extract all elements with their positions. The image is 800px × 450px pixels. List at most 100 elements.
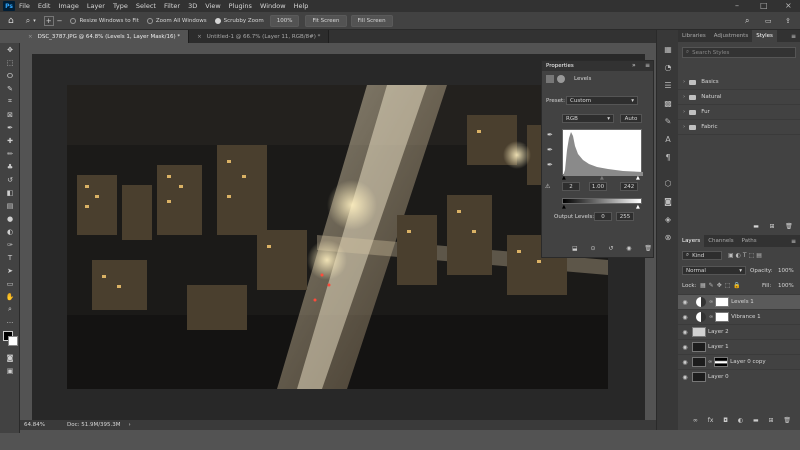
layer-row-vibrance1[interactable]: ◉ ∞ Vibrance 1 bbox=[678, 309, 800, 324]
chevron-down-icon[interactable]: ▾ bbox=[33, 18, 36, 24]
delete-icon[interactable]: 🗑 bbox=[644, 245, 652, 252]
lock-icons[interactable]: ▦✎✥⬚🔒 bbox=[700, 282, 744, 289]
style-folder-fabric[interactable]: › Fabric bbox=[678, 120, 800, 135]
zoom-icon[interactable]: ⌕ bbox=[26, 16, 30, 26]
close-tab-icon[interactable]: × bbox=[28, 34, 33, 40]
style-folder-natural[interactable]: › Natural bbox=[678, 90, 800, 105]
resize-windows-checkbox[interactable]: Resize Windows to Fit bbox=[70, 17, 139, 24]
history-panel-icon[interactable]: ▦ bbox=[657, 40, 679, 58]
new-group-icon[interactable]: ▬ bbox=[753, 417, 759, 424]
brush-panel-icon[interactable]: ✎ bbox=[657, 112, 679, 130]
tab-libraries[interactable]: Libraries bbox=[678, 30, 710, 42]
tab-styles[interactable]: Styles bbox=[752, 30, 777, 42]
menu-type[interactable]: Type bbox=[109, 2, 132, 10]
style-folder-basics[interactable]: › Basics bbox=[678, 75, 800, 90]
layer-filter-kind[interactable]: ⌕ Kind bbox=[682, 251, 722, 260]
new-style-icon[interactable]: ⊞ bbox=[769, 223, 774, 230]
visibility-icon[interactable]: ◉ bbox=[626, 245, 631, 252]
swatches-panel-icon[interactable]: ▩ bbox=[657, 94, 679, 112]
input-gamma-field[interactable]: 1.00 bbox=[589, 182, 607, 191]
channel-select[interactable]: RGB ▾ bbox=[562, 114, 614, 123]
menu-view[interactable]: View bbox=[201, 2, 224, 10]
eyedropper-tool-icon[interactable]: ✒ bbox=[0, 121, 20, 134]
zoom-out-icon[interactable]: − bbox=[57, 17, 63, 25]
white-point-eyedropper-icon[interactable]: ✒ bbox=[547, 161, 553, 169]
zoom-readout[interactable]: 64.84% bbox=[24, 422, 45, 428]
city-night-photo[interactable] bbox=[67, 85, 608, 389]
layer-filter-icons[interactable]: ▣◐T⬚▤ bbox=[728, 252, 764, 259]
view-previous-icon[interactable]: ⊙ bbox=[591, 245, 596, 252]
eye-icon[interactable]: ◉ bbox=[678, 314, 692, 321]
styles-search-input[interactable]: ⌕ Search Styles bbox=[682, 47, 796, 58]
navigator-panel-icon[interactable]: ⊗ bbox=[657, 228, 679, 246]
output-sliders[interactable]: ▲ ▲ bbox=[562, 204, 642, 210]
tab-channels[interactable]: Channels bbox=[704, 235, 737, 247]
camera-panel-icon[interactable]: ◙ bbox=[657, 192, 679, 210]
frame-tool-icon[interactable]: ⊠ bbox=[0, 108, 20, 121]
layer-mask-thumbnail[interactable] bbox=[714, 357, 729, 367]
dodge-tool-icon[interactable]: ◐ bbox=[0, 225, 20, 238]
eye-icon[interactable]: ◉ bbox=[678, 374, 692, 381]
menu-3d[interactable]: 3D bbox=[184, 2, 201, 10]
link-layers-icon[interactable]: ∞ bbox=[693, 417, 698, 424]
menu-plugins[interactable]: Plugins bbox=[225, 2, 256, 10]
fill-screen-button[interactable]: Fill Screen bbox=[350, 14, 393, 27]
tab-untitled1[interactable]: × Untitled-1 @ 66.7% (Layer 11, RGB/8#) * bbox=[189, 30, 330, 43]
new-adjustment-icon[interactable]: ◐ bbox=[738, 417, 743, 424]
input-white-field[interactable]: 242 bbox=[620, 182, 638, 191]
zoom-tool-icon[interactable]: ⌕ bbox=[0, 303, 20, 316]
minimize-icon[interactable]: – bbox=[735, 1, 739, 10]
clip-to-layer-icon[interactable]: ⬓ bbox=[572, 245, 578, 252]
zoom-in-icon[interactable]: + bbox=[43, 15, 54, 26]
clipping-warning-icon[interactable]: ⚠ bbox=[545, 183, 550, 190]
clone-stamp-icon[interactable]: ♣ bbox=[0, 160, 20, 173]
style-folder-fur[interactable]: › Fur bbox=[678, 105, 800, 120]
input-black-field[interactable]: 2 bbox=[562, 182, 580, 191]
layer-row-levels1[interactable]: ◉ ∞ Levels 1 bbox=[678, 294, 800, 309]
panel-menu-icon[interactable]: ≡ bbox=[645, 62, 650, 69]
layer-mask-thumbnail[interactable] bbox=[715, 312, 730, 322]
marquee-tool-icon[interactable]: ⬚ bbox=[0, 56, 20, 69]
eye-icon[interactable]: ◉ bbox=[678, 359, 692, 366]
new-layer-icon[interactable]: ⊞ bbox=[768, 417, 773, 424]
menu-file[interactable]: File bbox=[15, 2, 34, 10]
fit-screen-button[interactable]: Fit Screen bbox=[305, 14, 347, 27]
hand-tool-icon[interactable]: ✋ bbox=[0, 290, 20, 303]
panel-menu-icon[interactable]: ≡ bbox=[791, 238, 796, 245]
layer-row-layer0-copy[interactable]: ◉ ∞ Layer 0 copy bbox=[678, 354, 800, 369]
blur-tool-icon[interactable]: ● bbox=[0, 212, 20, 225]
path-select-icon[interactable]: ➤ bbox=[0, 264, 20, 277]
gradient-tool-icon[interactable]: ▤ bbox=[0, 199, 20, 212]
quick-mask-icon[interactable]: ◙ bbox=[0, 351, 20, 364]
pen-tool-icon[interactable]: ✑ bbox=[0, 238, 20, 251]
eye-icon[interactable]: ◉ bbox=[678, 344, 692, 351]
character-panel-icon[interactable]: A bbox=[657, 130, 679, 148]
color-swatches[interactable] bbox=[0, 329, 19, 351]
more-tools-icon[interactable]: ··· bbox=[0, 316, 20, 329]
auto-button[interactable]: Auto bbox=[620, 114, 642, 123]
layer-row-layer2[interactable]: ◉ Layer 2 bbox=[678, 324, 800, 339]
eye-icon[interactable]: ◉ bbox=[678, 299, 692, 306]
gray-point-eyedropper-icon[interactable]: ✒ bbox=[547, 146, 553, 154]
collapse-icon[interactable]: » bbox=[632, 62, 636, 69]
black-output-slider[interactable]: ▲ bbox=[562, 204, 566, 210]
layer-mask-thumbnail[interactable] bbox=[715, 297, 730, 307]
menu-help[interactable]: Help bbox=[290, 2, 313, 10]
layer-row-layer0[interactable]: ◉ Layer 0 bbox=[678, 369, 800, 384]
zoom-all-checkbox[interactable]: Zoom All Windows bbox=[146, 17, 207, 24]
preset-select[interactable]: Custom ▾ bbox=[566, 96, 638, 105]
zoom-100-button[interactable]: 100% bbox=[269, 14, 300, 27]
tab-adjustments[interactable]: Adjustments bbox=[710, 30, 752, 42]
close-window-icon[interactable]: × bbox=[785, 1, 792, 10]
healing-brush-icon[interactable]: ✚ bbox=[0, 134, 20, 147]
background-color[interactable] bbox=[8, 336, 18, 346]
cube-panel-icon[interactable]: ⬡ bbox=[657, 174, 679, 192]
paragraph-panel-icon[interactable]: ¶ bbox=[657, 148, 679, 166]
fill-value[interactable]: 100% bbox=[778, 283, 794, 289]
shape-tool-icon[interactable]: ▭ bbox=[0, 277, 20, 290]
maximize-icon[interactable]: □ bbox=[760, 1, 768, 10]
reset-icon[interactable]: ↺ bbox=[608, 245, 613, 252]
properties-panel-icon[interactable]: ☰ bbox=[657, 76, 679, 94]
menu-layer[interactable]: Layer bbox=[83, 2, 109, 10]
layer-row-layer1[interactable]: ◉ Layer 1 bbox=[678, 339, 800, 354]
